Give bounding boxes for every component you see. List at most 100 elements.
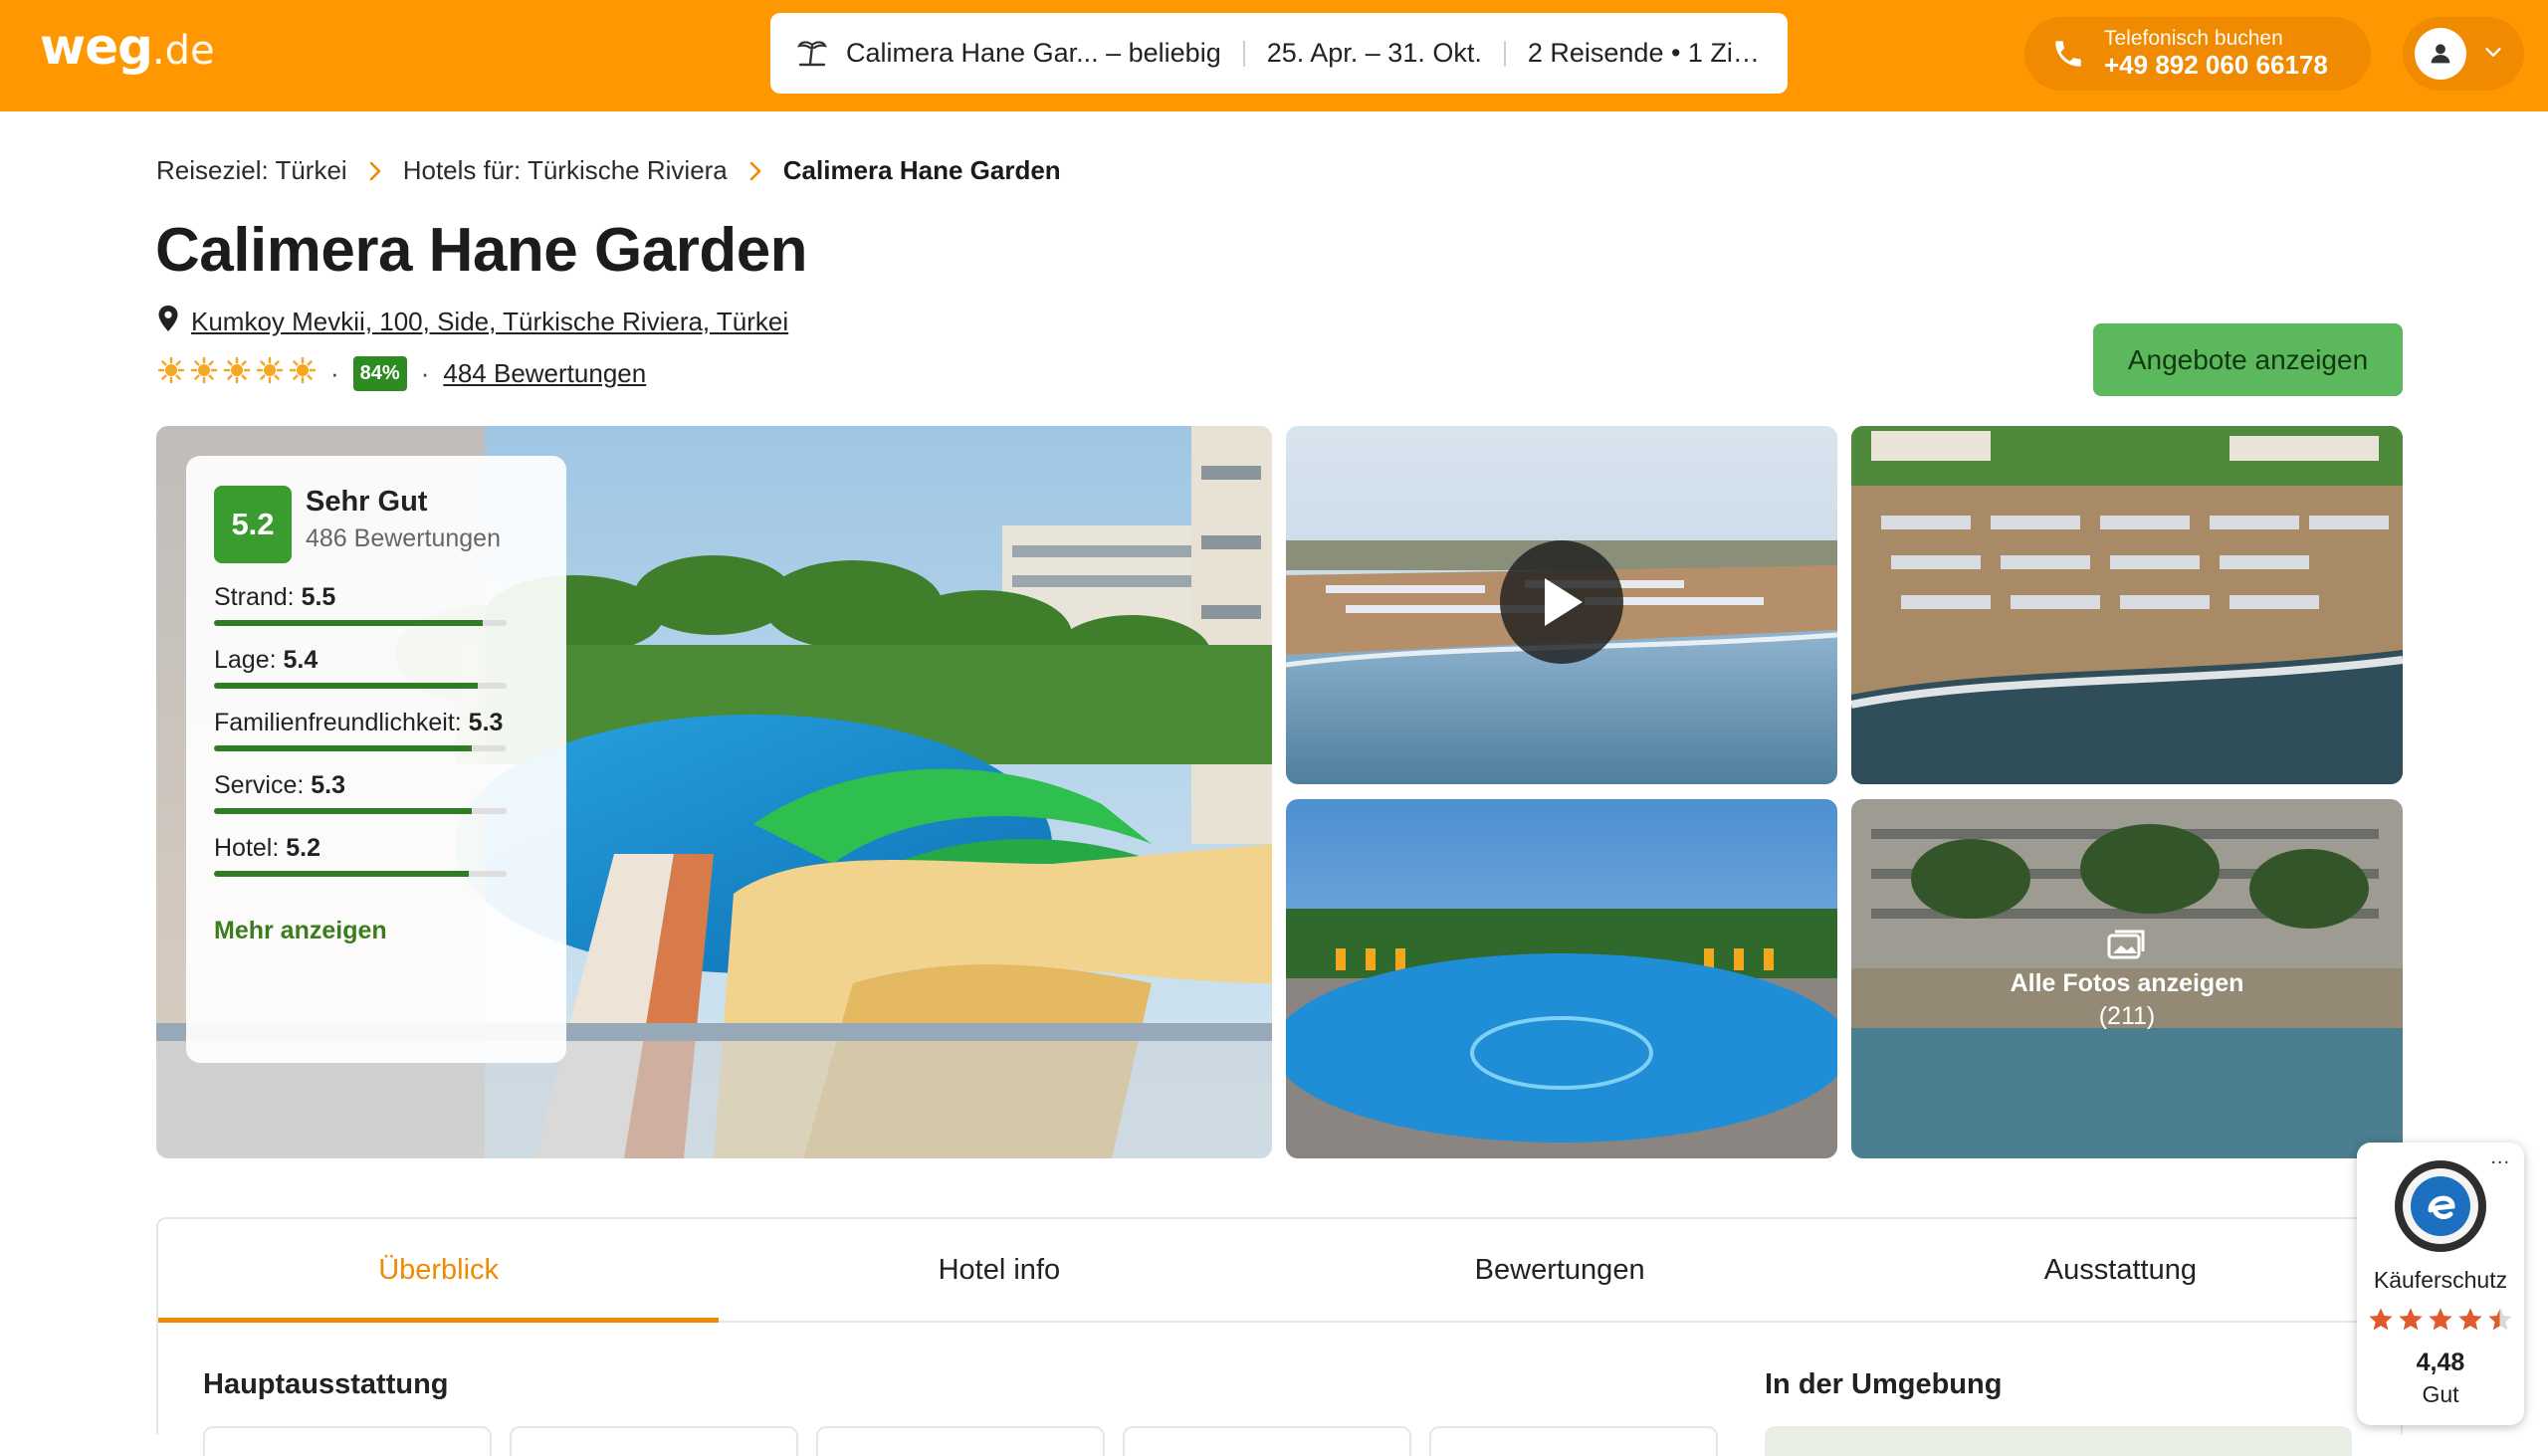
criterion-label: Strand: 5.5 bbox=[214, 583, 538, 612]
criterion-value: 5.3 bbox=[311, 771, 346, 799]
dates-field[interactable]: 25. Apr. – 31. Okt. bbox=[1267, 38, 1482, 69]
criterion-bar bbox=[214, 808, 507, 814]
criterion-bar-fill bbox=[214, 808, 472, 814]
star-icon bbox=[256, 356, 284, 391]
main-amenities-heading: Hauptausstattung bbox=[203, 1368, 449, 1400]
video-thumbnail[interactable] bbox=[1286, 426, 1837, 784]
photo-gallery: 5.2 Sehr Gut 486 Bewertungen Strand: 5.5… bbox=[156, 426, 2403, 1158]
destination-field[interactable]: Calimera Hane Gar... – beliebig bbox=[846, 38, 1221, 69]
trusted-shops-seal-icon bbox=[2393, 1158, 2488, 1259]
phone-booking-button[interactable]: Telefonisch buchen +49 892 060 66178 bbox=[2024, 17, 2371, 91]
criterion-bar-fill bbox=[214, 683, 478, 689]
criterion-name: Strand: bbox=[214, 583, 295, 611]
criterion-label: Hotel: 5.2 bbox=[214, 834, 538, 863]
duration-text: – beliebig bbox=[1098, 38, 1221, 68]
star-icon bbox=[157, 356, 185, 391]
trusted-shops-widget[interactable]: ... Käuferschutz 4,48 Gut bbox=[2357, 1143, 2524, 1425]
amenity-chip[interactable] bbox=[1123, 1426, 1411, 1456]
travellers-field[interactable]: 2 Reisende • 1 Zim... bbox=[1528, 38, 1777, 69]
show-offers-button[interactable]: Angebote anzeigen bbox=[2093, 323, 2403, 396]
criterion-name: Familienfreundlichkeit: bbox=[214, 709, 462, 736]
criterion-bar-fill bbox=[214, 745, 472, 751]
tab-overview[interactable]: Überblick bbox=[158, 1219, 720, 1323]
rating-star-icon bbox=[2456, 1306, 2484, 1339]
criterion-label: Lage: 5.4 bbox=[214, 646, 538, 675]
more-options-icon[interactable]: ... bbox=[2490, 1146, 2510, 1169]
more-ratings-link[interactable]: Mehr anzeigen bbox=[214, 917, 538, 945]
destination-text: Calimera Hane Gar... bbox=[846, 38, 1099, 68]
phone-label: Telefonisch buchen bbox=[2104, 26, 2283, 50]
rating-criterion: Service: 5.3 bbox=[214, 771, 538, 814]
criterion-value: 5.4 bbox=[283, 646, 318, 674]
tab-reviews[interactable]: Bewertungen bbox=[1280, 1219, 1840, 1321]
amenity-chip[interactable] bbox=[510, 1426, 798, 1456]
account-menu[interactable] bbox=[2403, 17, 2524, 91]
play-video-button[interactable] bbox=[1500, 540, 1623, 664]
rating-star-icon bbox=[2367, 1306, 2395, 1339]
recommendation-badge: 84% bbox=[352, 356, 407, 391]
star-icon bbox=[223, 356, 251, 391]
amenity-chip[interactable] bbox=[1429, 1426, 1718, 1456]
chevron-right-icon bbox=[747, 160, 763, 182]
tab-amenities[interactable]: Ausstattung bbox=[1840, 1219, 2401, 1321]
search-bar[interactable]: Calimera Hane Gar... – beliebig 25. Apr.… bbox=[770, 13, 1788, 94]
separator-dot: · bbox=[420, 358, 430, 388]
trusted-shops-label: Käuferschutz bbox=[2373, 1267, 2508, 1293]
criteria-list: Strand: 5.5 Lage: 5.4 Familienfreundlichke… bbox=[214, 583, 538, 877]
criterion-value: 5.3 bbox=[468, 709, 504, 736]
tab-hotel-info[interactable]: Hotel info bbox=[719, 1219, 1279, 1321]
main-photo-waterslides[interactable]: 5.2 Sehr Gut 486 Bewertungen Strand: 5.5… bbox=[156, 426, 1272, 1158]
search-divider bbox=[1242, 40, 1245, 67]
rating-card: 5.2 Sehr Gut 486 Bewertungen Strand: 5.5… bbox=[186, 456, 566, 1063]
criterion-name: Lage: bbox=[214, 646, 277, 674]
score-count: 486 Bewertungen bbox=[306, 524, 501, 552]
phone-icon bbox=[2046, 37, 2090, 71]
pool-photo[interactable] bbox=[1286, 799, 1837, 1158]
criterion-bar bbox=[214, 871, 507, 877]
trusted-shops-grade: Gut bbox=[2422, 1381, 2459, 1407]
criterion-bar bbox=[214, 745, 507, 751]
surroundings-map[interactable] bbox=[1765, 1426, 2352, 1456]
photos-icon bbox=[2107, 928, 2147, 961]
amenity-chips bbox=[203, 1426, 1718, 1456]
surroundings-heading: In der Umgebung bbox=[1765, 1368, 2003, 1400]
page-title: Calimera Hane Garden bbox=[155, 216, 808, 285]
rating-line: · 84% · 484 Bewertungen bbox=[157, 356, 646, 391]
criterion-label: Familienfreundlichkeit: 5.3 bbox=[214, 709, 538, 737]
search-divider bbox=[1503, 40, 1506, 67]
chevron-down-icon bbox=[2482, 41, 2504, 68]
breadcrumb-current: Calimera Hane Garden bbox=[782, 155, 1061, 185]
criterion-bar-fill bbox=[214, 620, 484, 626]
chevron-right-icon bbox=[367, 160, 383, 182]
hotel-address: Kumkoy Mevkii, 100, Side, Türkische Rivi… bbox=[157, 305, 788, 339]
weg-logo[interactable]: weg .de bbox=[40, 18, 215, 82]
breadcrumb-link-region[interactable]: Hotels für: Türkische Riviera bbox=[403, 155, 728, 186]
rating-criterion: Familienfreundlichkeit: 5.3 bbox=[214, 709, 538, 751]
reviews-link[interactable]: 484 Bewertungen bbox=[443, 358, 646, 389]
trusted-shops-score: 4,48 bbox=[2416, 1349, 2465, 1376]
aerial-beach-photo[interactable] bbox=[1851, 426, 2403, 784]
criterion-name: Service: bbox=[214, 771, 305, 799]
rating-star-icon bbox=[2427, 1306, 2454, 1339]
rating-criterion: Strand: 5.5 bbox=[214, 583, 538, 626]
amenity-chip[interactable] bbox=[816, 1426, 1105, 1456]
location-pin-icon bbox=[157, 305, 179, 339]
overview-panel: Hauptausstattung In der Umgebung bbox=[156, 1323, 2403, 1456]
criterion-value: 5.5 bbox=[301, 583, 336, 611]
all-photos-overlay: Alle Fotos anzeigen (211) bbox=[1851, 799, 2403, 1158]
star-icon bbox=[289, 356, 317, 391]
criterion-name: Hotel: bbox=[214, 834, 280, 862]
amenity-chip[interactable] bbox=[203, 1426, 492, 1456]
star-icon bbox=[190, 356, 218, 391]
trusted-shops-stars bbox=[2367, 1306, 2514, 1339]
top-header: weg .de Calimera Hane Gar... – beliebig 2… bbox=[0, 0, 2548, 111]
score-label: Sehr Gut bbox=[306, 486, 428, 518]
criterion-bar bbox=[214, 683, 507, 689]
score-badge: 5.2 bbox=[214, 486, 292, 563]
rating-criterion: Lage: 5.4 bbox=[214, 646, 538, 689]
breadcrumb-link-country[interactable]: Reiseziel: Türkei bbox=[156, 155, 347, 186]
all-photos-tile[interactable]: Alle Fotos anzeigen (211) bbox=[1851, 799, 2403, 1158]
rating-star-icon bbox=[2486, 1306, 2514, 1339]
address-link[interactable]: Kumkoy Mevkii, 100, Side, Türkische Rivi… bbox=[191, 307, 788, 337]
section-tabs: Überblick Hotel info Bewertungen Ausstat… bbox=[156, 1217, 2403, 1323]
